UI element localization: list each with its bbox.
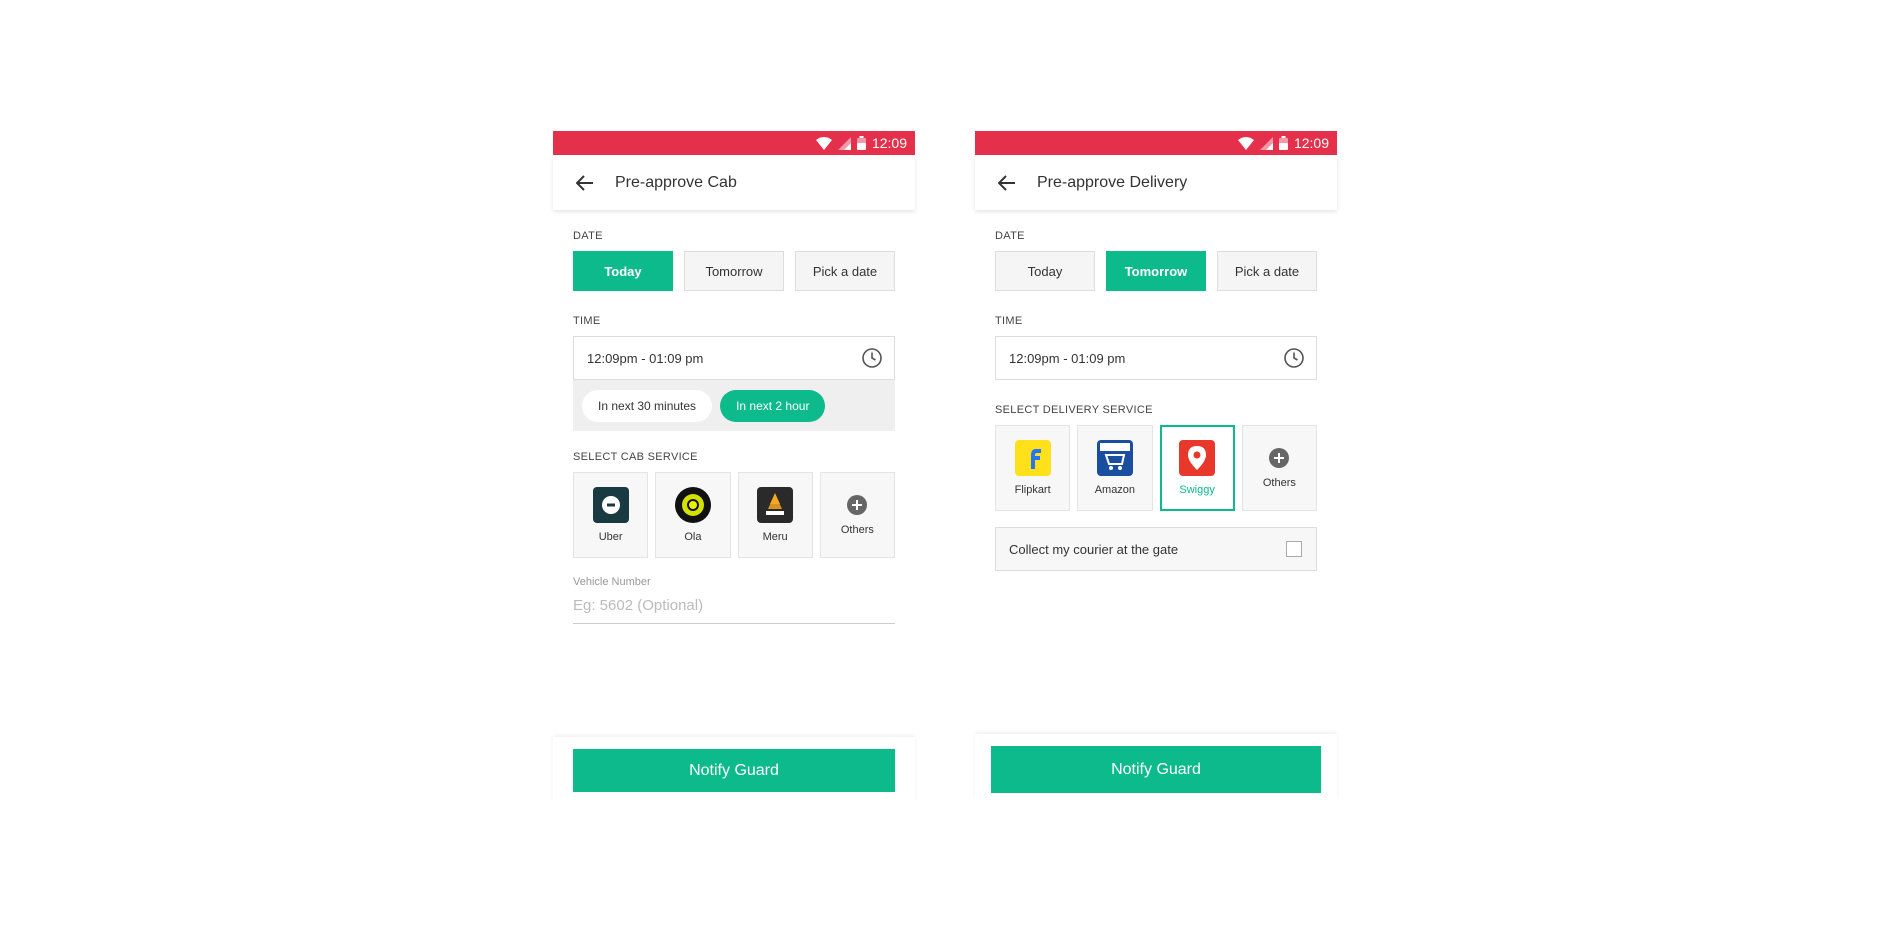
battery-icon [856, 136, 866, 150]
date-options: Today Tomorrow Pick a date [573, 251, 895, 291]
signal-icon [837, 136, 851, 150]
bottom-bar: Notify Guard [975, 734, 1337, 800]
collect-at-gate-checkbox[interactable] [1286, 541, 1302, 557]
service-swiggy[interactable]: Swiggy [1159, 425, 1235, 511]
service-others[interactable]: Others [1241, 425, 1318, 511]
service-name: Amazon [1094, 484, 1136, 496]
page-title: Pre-approve Delivery [1037, 173, 1188, 191]
clock-icon [862, 348, 882, 368]
back-arrow-icon[interactable] [573, 171, 597, 195]
service-name: Others [840, 524, 874, 536]
quick-option-2-hour[interactable]: In next 2 hour [720, 389, 826, 422]
amazon-logo [1096, 440, 1133, 476]
service-name: Swiggy [1179, 484, 1215, 496]
date-option-pick[interactable]: Pick a date [1217, 251, 1317, 291]
form-content: DATE Today Tomorrow Pick a date TIME 12:… [975, 210, 1337, 571]
app-bar: Pre-approve Cab [553, 155, 915, 210]
service-label: SELECT CAB SERVICE [573, 451, 698, 463]
delivery-screen: 12:09 Pre-approve Delivery DATE Today To… [975, 131, 1337, 803]
battery-icon [1278, 136, 1288, 150]
service-others[interactable]: Others [819, 472, 895, 558]
notify-guard-button[interactable]: Notify Guard [991, 746, 1321, 793]
vehicle-number-label: Vehicle Number [573, 576, 651, 588]
wifi-icon [1237, 136, 1254, 150]
date-option-tomorrow[interactable]: Tomorrow [684, 251, 784, 291]
time-label: TIME [995, 315, 1023, 327]
date-option-today[interactable]: Today [573, 251, 673, 291]
service-ola[interactable]: Ola [655, 472, 731, 558]
flipkart-logo [1014, 440, 1051, 476]
collect-at-gate-label: Collect my courier at the gate [1009, 541, 1179, 557]
plus-circle-icon [847, 495, 868, 515]
back-arrow-icon[interactable] [995, 171, 1019, 195]
delivery-service-list: Flipkart Amazon Swiggy Others [995, 425, 1318, 511]
service-flipkart[interactable]: Flipkart [995, 425, 1071, 511]
service-name: Uber [598, 531, 623, 543]
status-time: 12:09 [1293, 135, 1329, 151]
ola-logo [674, 487, 711, 523]
service-uber[interactable]: Uber [573, 472, 649, 558]
time-label: TIME [573, 315, 601, 327]
date-label: DATE [995, 230, 1025, 242]
cab-service-list: Uber Ola Meru Others [573, 472, 895, 558]
uber-logo [592, 487, 629, 523]
notify-guard-button[interactable]: Notify Guard [573, 749, 895, 792]
time-field[interactable]: 12:09pm - 01:09 pm [995, 336, 1317, 380]
quick-time-options: In next 30 minutes In next 2 hour [573, 380, 895, 431]
service-name: Ola [684, 531, 702, 543]
form-content: DATE Today Tomorrow Pick a date TIME 12:… [553, 210, 915, 624]
vehicle-number-input[interactable] [573, 595, 895, 624]
status-time: 12:09 [871, 135, 907, 151]
service-name: Flipkart [1014, 484, 1051, 496]
collect-at-gate-option[interactable]: Collect my courier at the gate [995, 527, 1317, 571]
clock-icon [1284, 348, 1304, 368]
date-option-today[interactable]: Today [995, 251, 1095, 291]
date-label: DATE [573, 230, 603, 242]
service-name: Meru [762, 531, 788, 543]
date-option-tomorrow[interactable]: Tomorrow [1106, 251, 1206, 291]
quick-option-30-min[interactable]: In next 30 minutes [582, 389, 713, 422]
app-bar: Pre-approve Delivery [975, 155, 1337, 210]
bottom-bar: Notify Guard [553, 737, 915, 803]
time-field[interactable]: 12:09pm - 01:09 pm [573, 336, 895, 380]
status-bar: 12:09 [553, 131, 915, 155]
service-label: SELECT DELIVERY SERVICE [995, 404, 1153, 416]
wifi-icon [815, 136, 832, 150]
meru-logo [757, 487, 794, 523]
page-title: Pre-approve Cab [615, 173, 737, 191]
date-options: Today Tomorrow Pick a date [995, 251, 1317, 291]
date-option-pick[interactable]: Pick a date [795, 251, 895, 291]
cab-screen: 12:09 Pre-approve Cab DATE Today Tomorro… [553, 131, 915, 803]
service-name: Others [1262, 477, 1296, 489]
swiggy-logo [1179, 440, 1216, 476]
time-value: 12:09pm - 01:09 pm [587, 350, 704, 366]
status-bar: 12:09 [975, 131, 1337, 155]
plus-circle-icon [1269, 448, 1290, 468]
service-meru[interactable]: Meru [737, 472, 813, 558]
service-amazon[interactable]: Amazon [1077, 425, 1153, 511]
time-value: 12:09pm - 01:09 pm [1009, 350, 1126, 366]
signal-icon [1259, 136, 1273, 150]
